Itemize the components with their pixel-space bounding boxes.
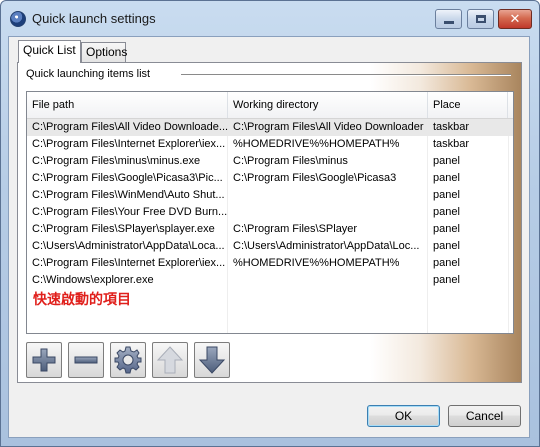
cell-place: panel: [433, 155, 460, 167]
maximize-icon: [475, 15, 486, 23]
add-item-button[interactable]: [26, 342, 62, 378]
cell-place: taskbar: [433, 121, 470, 133]
cell-working-directory: C:\Program Files\minus: [233, 155, 348, 167]
table-row[interactable]: C:\Program Files\WinMend\Auto Shut... pa…: [27, 187, 513, 204]
cell-file-path: C:\Program Files\WinMend\Auto Shut...: [32, 189, 225, 201]
close-icon: ✕: [509, 11, 521, 27]
edit-item-button[interactable]: [110, 342, 146, 378]
cell-file-path: C:\Program Files\Google\Picasa3\Pic...: [32, 172, 223, 184]
window-title: Quick launch settings: [32, 11, 156, 26]
cell-working-directory: [228, 272, 428, 289]
cell-file-path: C:\Program Files\Internet Explorer\iex..…: [32, 257, 226, 269]
cell-place: panel: [433, 223, 460, 235]
cell-working-directory: C:\Program Files\Google\Picasa3: [233, 172, 397, 184]
minimize-icon: [443, 20, 454, 24]
minimize-button[interactable]: [435, 9, 462, 29]
table-row[interactable]: C:\Program Files\Internet Explorer\iex..…: [27, 255, 513, 272]
title-bar[interactable]: Quick launch settings ✕: [1, 1, 539, 37]
cell-file-path: C:\Program Files\All Video Downloade...: [32, 121, 228, 133]
cell-place: panel: [433, 189, 460, 201]
cell-file-path: C:\Program Files\minus\minus.exe: [32, 155, 201, 167]
tab-quick-list[interactable]: Quick List: [18, 40, 81, 63]
close-button[interactable]: ✕: [498, 9, 532, 29]
move-up-arrow-icon: [156, 346, 184, 374]
column-header-place[interactable]: Place: [428, 92, 508, 118]
app-icon: [10, 11, 26, 27]
cell-place: panel: [433, 240, 460, 252]
cell-working-directory: %HOMEDRIVE%%HOMEPATH%: [233, 257, 400, 269]
table-row[interactable]: C:\Program Files\Your Free DVD Burn... p…: [27, 204, 513, 221]
group-label: Quick launching items list: [26, 68, 151, 80]
add-icon: [32, 348, 56, 372]
cell-working-directory: C:\Program Files\All Video Downloader: [233, 121, 424, 133]
cell-place: taskbar: [433, 138, 470, 150]
table-row[interactable]: C:\Program Files\Google\Picasa3\Pic... C…: [27, 170, 513, 187]
cell-file-path: C:\Program Files\Internet Explorer\iex..…: [32, 138, 226, 150]
remove-icon: [74, 356, 98, 364]
table-row[interactable]: C:\Program Files\Internet Explorer\iex..…: [27, 136, 513, 153]
cell-place: panel: [433, 206, 460, 218]
cell-working-directory: C:\Users\Administrator\AppData\Loc...: [233, 240, 420, 252]
remove-item-button[interactable]: [68, 342, 104, 378]
cell-working-directory: %HOMEDRIVE%%HOMEPATH%: [233, 138, 400, 150]
column-header-file-path[interactable]: File path: [27, 92, 228, 118]
cell-place: panel: [433, 274, 460, 286]
cell-file-path: C:\Program Files\Your Free DVD Burn...: [32, 206, 228, 218]
annotation-label: 快速啟動的項目: [33, 292, 131, 308]
group-divider: [181, 74, 511, 76]
move-down-arrow-icon: [198, 346, 226, 374]
table-row[interactable]: C:\Windows\explorer.exe panel: [27, 272, 513, 289]
cell-file-path: C:\Program Files\SPlayer\splayer.exe: [32, 223, 215, 235]
cell-place: panel: [433, 172, 460, 184]
cell-working-directory: [228, 204, 428, 221]
ok-button[interactable]: OK: [367, 405, 440, 427]
maximize-button[interactable]: [467, 9, 494, 29]
cell-working-directory: C:\Program Files\SPlayer: [233, 223, 358, 235]
cell-working-directory: [228, 187, 428, 204]
cell-file-path: C:\Windows\explorer.exe: [32, 274, 154, 286]
cancel-button[interactable]: Cancel: [448, 405, 521, 427]
tab-options[interactable]: Options: [81, 42, 127, 62]
table-row[interactable]: C:\Program Files\SPlayer\splayer.exe C:\…: [27, 221, 513, 238]
cell-place: panel: [433, 257, 460, 269]
move-down-button[interactable]: [194, 342, 230, 378]
move-up-button[interactable]: [152, 342, 188, 378]
cell-file-path: C:\Users\Administrator\AppData\Loca...: [32, 240, 225, 252]
table-row[interactable]: C:\Users\Administrator\AppData\Loca... C…: [27, 238, 513, 255]
column-header-working-directory[interactable]: Working directory: [228, 92, 428, 118]
table-row[interactable]: C:\Program Files\All Video Downloade... …: [27, 119, 513, 136]
settings-gear-icon: [114, 346, 142, 374]
table-row[interactable]: C:\Program Files\minus\minus.exe C:\Prog…: [27, 153, 513, 170]
list-header: File path Working directory Place: [27, 92, 513, 119]
